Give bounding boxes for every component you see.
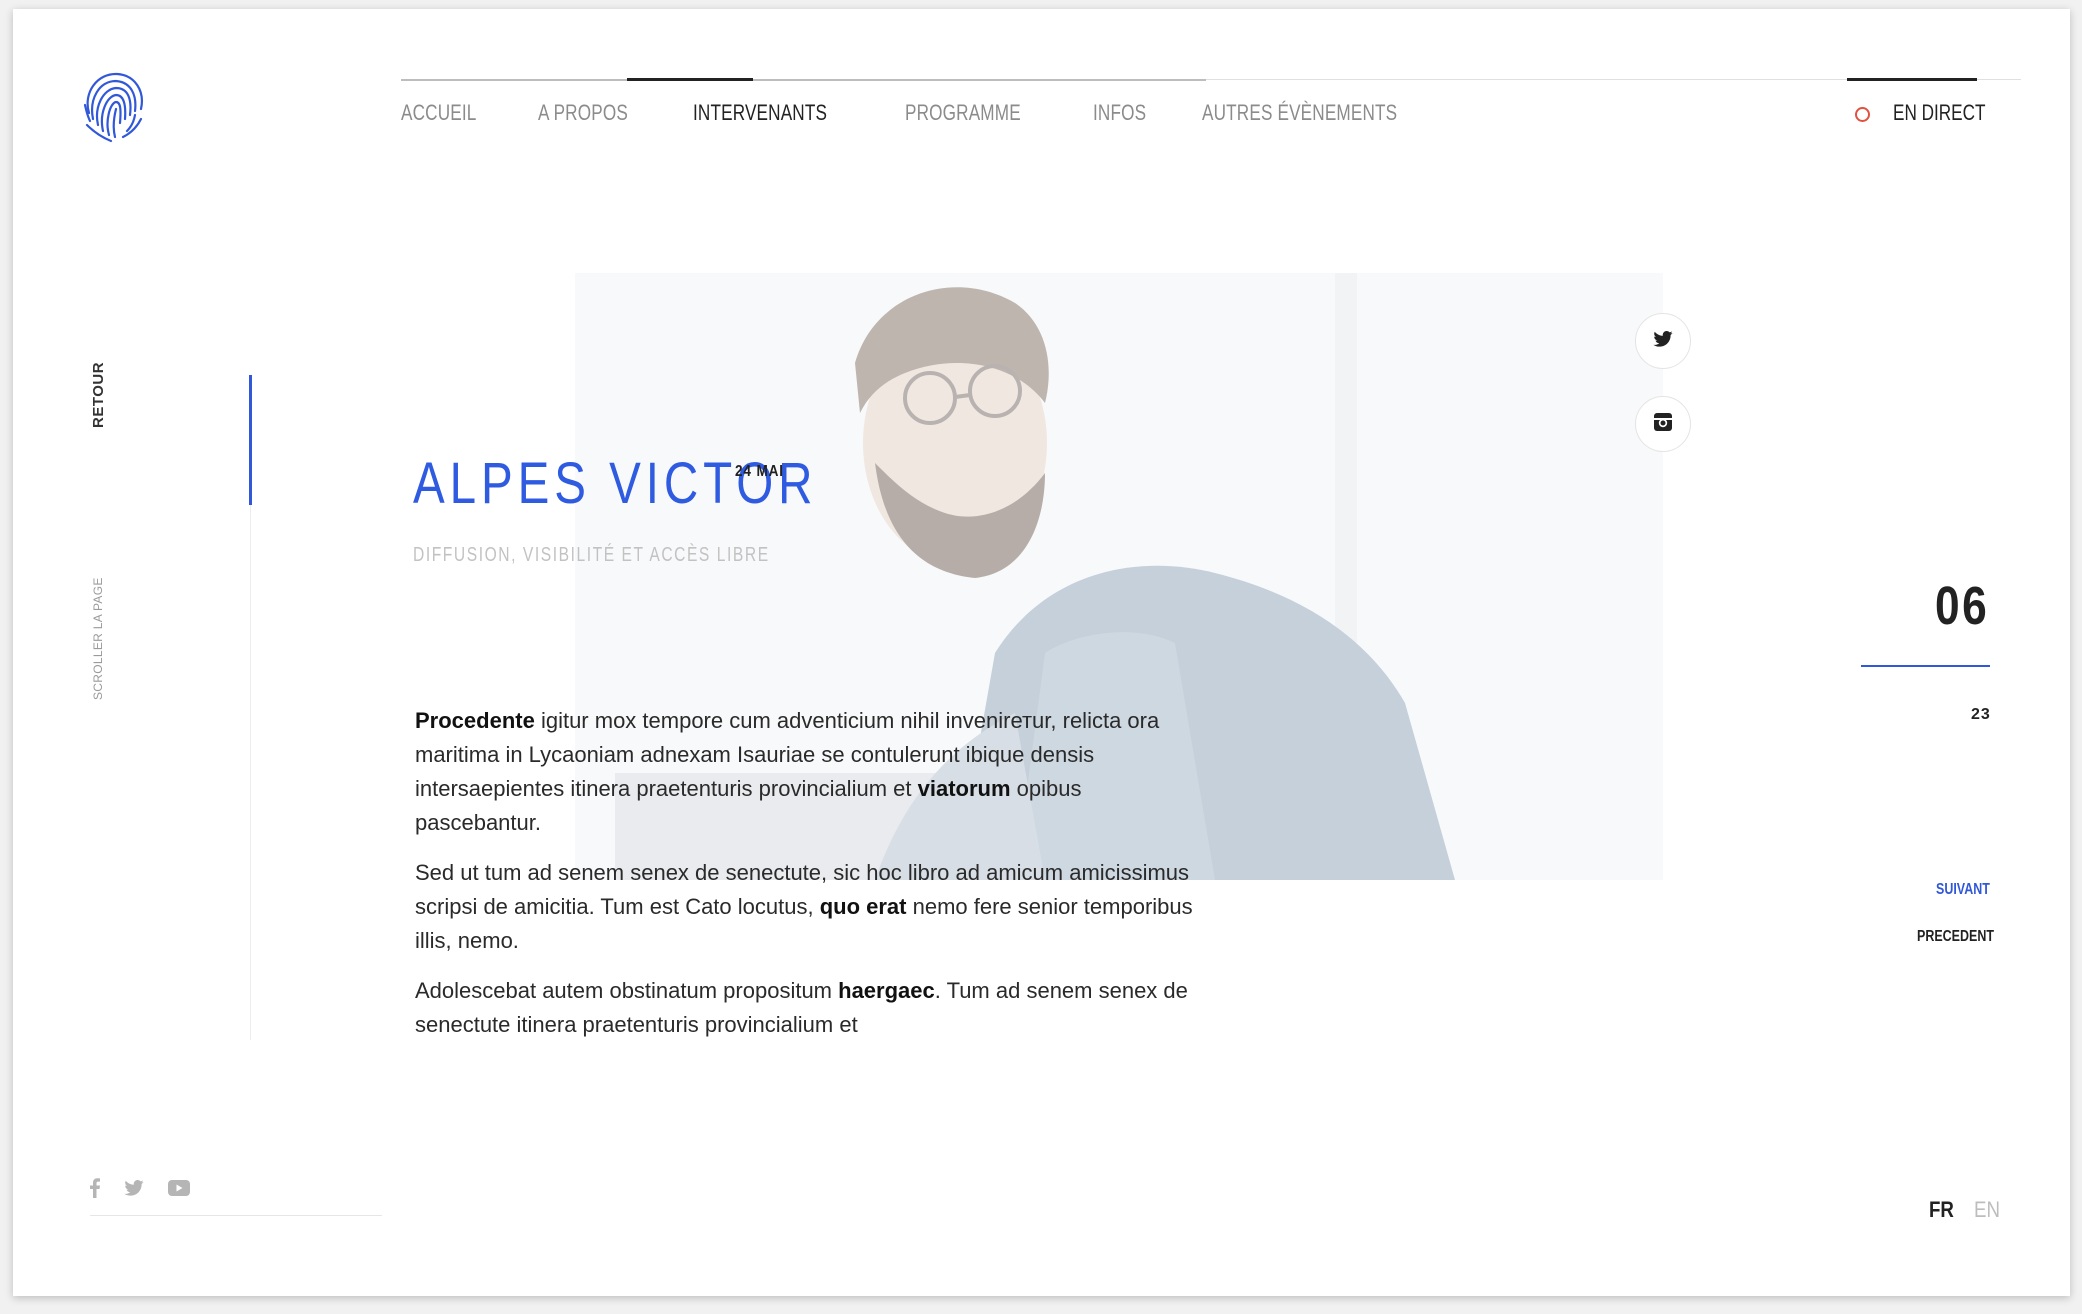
- bio-paragraph: Sed ut tum ad senem senex de senectute, …: [415, 856, 1195, 958]
- speaker-twitter-button[interactable]: [1635, 313, 1691, 369]
- lang-en[interactable]: EN: [1974, 1197, 2000, 1223]
- nav-item-a-propos[interactable]: A PROPOS: [538, 100, 628, 126]
- bio-emphasis: quo erat: [819, 894, 907, 919]
- speaker-subtitle: DIFFUSION, VISIBILITÉ ET ACCÈS LIBRE: [413, 544, 770, 566]
- speaker-index-total: 23: [1971, 706, 1991, 723]
- footer-social-links: [90, 1178, 214, 1198]
- nav-item-infos[interactable]: INFOS: [1093, 100, 1146, 126]
- live-indicator-bar: [1847, 78, 1977, 81]
- fingerprint-logo[interactable]: [79, 65, 149, 145]
- nav-divider-dark: [401, 79, 1206, 81]
- nav-item-accueil[interactable]: ACCUEIL: [401, 100, 476, 126]
- speaker-name: ALPES VICTOR: [413, 451, 818, 516]
- bio-paragraph: Procedente igitur mox tempore cum advent…: [415, 704, 1195, 840]
- scroll-hint: SCROLLER LA PAGE: [91, 577, 105, 700]
- speaker-date: 24 MAI: [735, 463, 784, 480]
- next-speaker-link[interactable]: SUIVANT: [1936, 881, 1990, 899]
- speaker-bio: Procedente igitur mox tempore cum advent…: [415, 704, 1195, 1058]
- counter-divider: [1861, 665, 1990, 667]
- nav-active-indicator: [627, 78, 753, 81]
- live-link[interactable]: EN DIRECT: [1855, 100, 2012, 126]
- facebook-icon[interactable]: [90, 1178, 100, 1198]
- speaker-instagram-button[interactable]: [1635, 396, 1691, 452]
- live-dot-icon: [1855, 106, 1870, 122]
- main-nav: ACCUEIL A PROPOS INTERVENANTS PROGRAMME …: [401, 100, 1492, 126]
- nav-item-intervenants[interactable]: INTERVENANTS: [693, 100, 827, 126]
- language-switcher: FR EN: [1929, 1197, 2021, 1223]
- instagram-icon: [1653, 412, 1673, 437]
- previous-speaker-link[interactable]: PRECEDENT: [1917, 928, 1994, 946]
- youtube-icon[interactable]: [168, 1180, 190, 1196]
- speaker-index-current: 06: [1935, 576, 1990, 636]
- footer-divider: [90, 1215, 382, 1216]
- bio-emphasis: Procedente: [415, 708, 535, 733]
- bio-emphasis: viatorum: [917, 776, 1011, 801]
- twitter-icon[interactable]: [124, 1180, 144, 1196]
- lang-fr[interactable]: FR: [1929, 1197, 1954, 1223]
- back-link[interactable]: RETOUR: [90, 362, 107, 428]
- nav-item-programme[interactable]: PROGRAMME: [905, 100, 1021, 126]
- nav-item-autres-evenements[interactable]: AUTRES ÉVÈNEMENTS: [1202, 100, 1397, 126]
- live-label: EN DIRECT: [1893, 100, 1986, 125]
- bio-paragraph: Adolescebat autem obstinatum propositum …: [415, 974, 1195, 1042]
- bio-text: Adolescebat autem obstinatum propositum: [415, 978, 839, 1003]
- twitter-icon: [1653, 330, 1673, 352]
- bio-emphasis: haergaec: [838, 978, 935, 1003]
- sidebar-rail-active: [249, 375, 252, 505]
